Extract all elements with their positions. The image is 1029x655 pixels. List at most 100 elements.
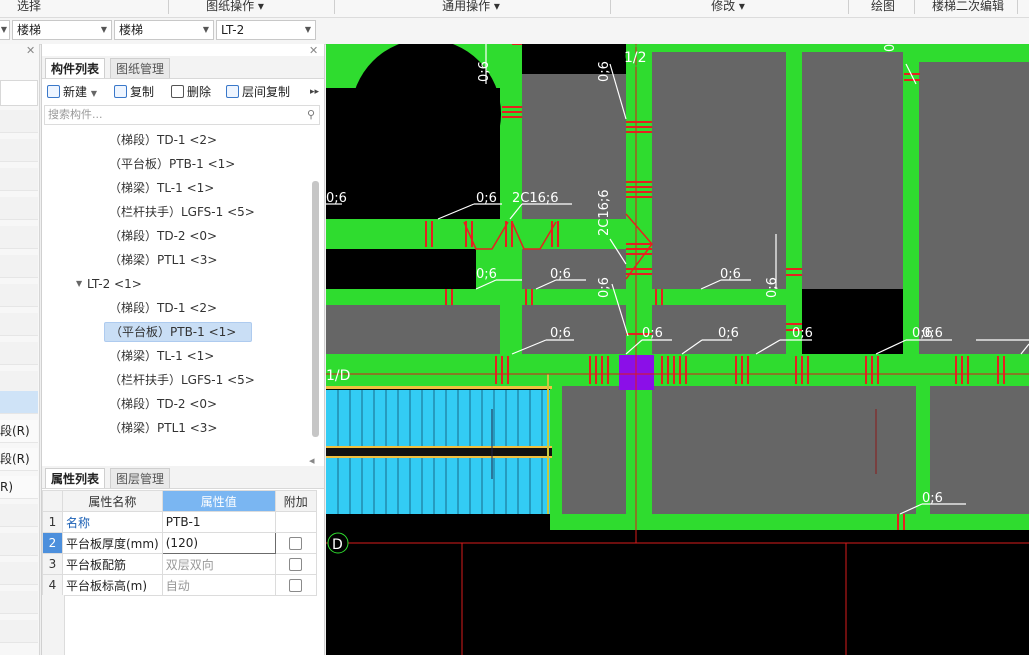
floor-select[interactable]: ▼ [0,20,10,40]
chevron-down-icon: ▼ [202,25,209,34]
nav-item[interactable] [0,197,38,220]
rebar-label: 0;6 [550,267,571,282]
tree-item[interactable]: （平台板）PTB-1 <1> [104,154,240,174]
selector-bar: ▼ 楼梯 ▼ 楼梯 ▼ LT-2 ▼ [0,18,1029,45]
nav-item[interactable] [0,562,38,585]
ribbon-group-common-ops[interactable]: 通用操作 ▾ [436,0,506,17]
tree-scrollbar[interactable] [312,181,319,437]
component-search-input[interactable]: 搜索构件... ⚲ [44,105,320,125]
extra-checkbox[interactable] [289,579,303,592]
property-value-field[interactable]: (120) [161,532,276,554]
tree-item[interactable]: （梯段）TD-1 <2> [104,130,222,150]
tree-item[interactable]: （栏杆扶手）LGFS-1 <5> [104,370,260,390]
delete-button[interactable]: 删除 [171,81,211,103]
rebar-label: 0;6 [476,267,497,282]
property-row[interactable]: 1 名称 PTB-1 [42,511,317,533]
nav-item-selected[interactable] [0,391,38,414]
cad-canvas[interactable]: 1/2 1/D D 0;6 0;6 2C16;6 0;6 0;6 0;6 0;6… [326,44,1029,655]
property-tabbar: 属性列表 图层管理 [42,466,324,489]
component-tree: （梯段）TD-1 <2> （平台板）PTB-1 <1> （梯梁）TL-1 <1>… [42,128,310,448]
tree-item[interactable]: （梯梁）PTL1 <3> [104,418,222,438]
chevron-down-icon: ▼ [304,25,311,34]
nav-search[interactable] [0,80,38,106]
tree-item[interactable]: （梯梁）TL-1 <1> [104,178,219,198]
nav-item[interactable]: 段(R) [0,420,38,443]
property-name: 名称 [62,511,163,533]
component-select[interactable]: LT-2 ▼ [216,20,316,40]
nav-item[interactable] [0,313,38,336]
property-value-field[interactable]: 双层双向 [161,553,276,575]
header-extra: 附加 [274,490,317,512]
rebar-label: 0;6 [642,326,663,341]
tree-item[interactable]: （梯梁）PTL1 <3> [104,250,222,270]
rebar-label: 0;6 [792,326,813,341]
chevron-down-icon: ▼ [0,25,7,34]
header-property-name: 属性名称 [62,490,163,512]
nav-item[interactable]: 段(R) [0,448,38,471]
ribbon-bar: 选择 图纸操作 ▾ 通用操作 ▾ 修改 ▾ 绘图 楼梯二次编辑 [0,0,1029,18]
rebar-label: 2C16;6 [512,191,559,206]
ribbon-group-select[interactable]: 选择 [10,0,48,17]
floor-copy-button[interactable]: 层间复制 [226,81,290,103]
ribbon-group-drawing-ops[interactable]: 图纸操作 ▾ [200,0,270,17]
nav-item[interactable] [0,620,38,643]
search-icon[interactable]: ⚲ [307,106,315,124]
chevron-down-icon: ▼ [100,25,107,34]
nav-item[interactable] [0,342,38,365]
nav-item[interactable] [0,226,38,249]
property-value-field[interactable]: PTB-1 [161,511,276,533]
category-select[interactable]: 楼梯 ▼ [12,20,112,40]
rebar-label: 0;6 [597,61,612,82]
property-name: 平台板厚度(mm) [62,532,163,554]
extra-checkbox[interactable] [289,558,303,571]
tree-group-lt2[interactable]: LT-2 <1> [82,274,147,294]
extra-checkbox[interactable] [289,537,303,550]
property-row[interactable]: 3 平台板配筋 双层双向 [42,553,317,575]
floor-copy-icon [226,85,239,98]
tab-component-list[interactable]: 构件列表 [45,58,106,78]
tree-item[interactable]: （梯梁）TL-1 <1> [104,346,219,366]
property-row[interactable]: 4 平台板标高(m) 自动 [42,574,317,596]
tab-drawing-management[interactable]: 图纸管理 [110,58,171,78]
ribbon-group-draw[interactable]: 绘图 [866,0,900,17]
rebar-label: 0;6 [922,491,943,506]
rebar-label: 0;6 [477,61,492,82]
nav-item[interactable] [0,168,38,191]
tree-item[interactable]: （梯段）TD-1 <2> [104,298,222,318]
nav-item[interactable] [0,504,38,527]
nav-item[interactable] [0,110,38,133]
property-grid: 属性名称 属性值 附加 1 名称 PTB-1 2 平台板厚度(mm) (120)… [42,490,317,596]
drawing-svg: 1/2 1/D D 0;6 0;6 2C16;6 0;6 0;6 0;6 0;6… [326,44,1029,655]
header-property-value: 属性值 [161,490,276,512]
nav-item[interactable] [0,255,38,278]
tree-item[interactable]: （梯段）TD-2 <0> [104,394,222,414]
tree-item[interactable]: （梯段）TD-2 <0> [104,226,222,246]
property-value-field[interactable]: 自动 [161,574,276,596]
rebar-label: 0;6 [326,191,347,206]
new-button[interactable]: 新建 ▼ [47,81,97,103]
rebar-label: 2C16;6 [597,189,612,236]
tree-item-selected[interactable]: （平台板）PTB-1 <1> [104,322,252,342]
rebar-label: 0;6 [922,326,943,341]
copy-button[interactable]: 复制 [114,81,154,103]
chevron-down-icon: ▼ [90,89,97,98]
tree-item[interactable]: （栏杆扶手）LGFS-1 <5> [104,202,260,222]
nav-item[interactable] [0,533,38,556]
nav-item[interactable]: R) [0,476,38,499]
ribbon-group-modify[interactable]: 修改 ▾ [706,0,750,17]
tab-layer-management[interactable]: 图层管理 [110,468,171,488]
more-icon[interactable]: ▸▸ [310,81,319,103]
tab-property-list[interactable]: 属性列表 [45,468,106,488]
nav-item[interactable] [0,591,38,614]
component-tabbar: 构件列表 图纸管理 [42,56,324,79]
property-row[interactable]: 2 平台板厚度(mm) (120) [42,532,317,554]
nav-item[interactable] [0,284,38,307]
nav-panel: ✕ 段(R) 段(R) R) [0,44,40,655]
axis-label: 1/D [326,368,350,384]
nav-item[interactable] [0,139,38,162]
subcategory-select[interactable]: 楼梯 ▼ [114,20,214,40]
rebar-label: 0;6 [550,326,571,341]
close-icon[interactable]: ✕ [26,44,35,57]
rebar-label: 0;6 [765,277,780,298]
ribbon-group-stair-edit[interactable]: 楼梯二次编辑 [928,0,1008,17]
